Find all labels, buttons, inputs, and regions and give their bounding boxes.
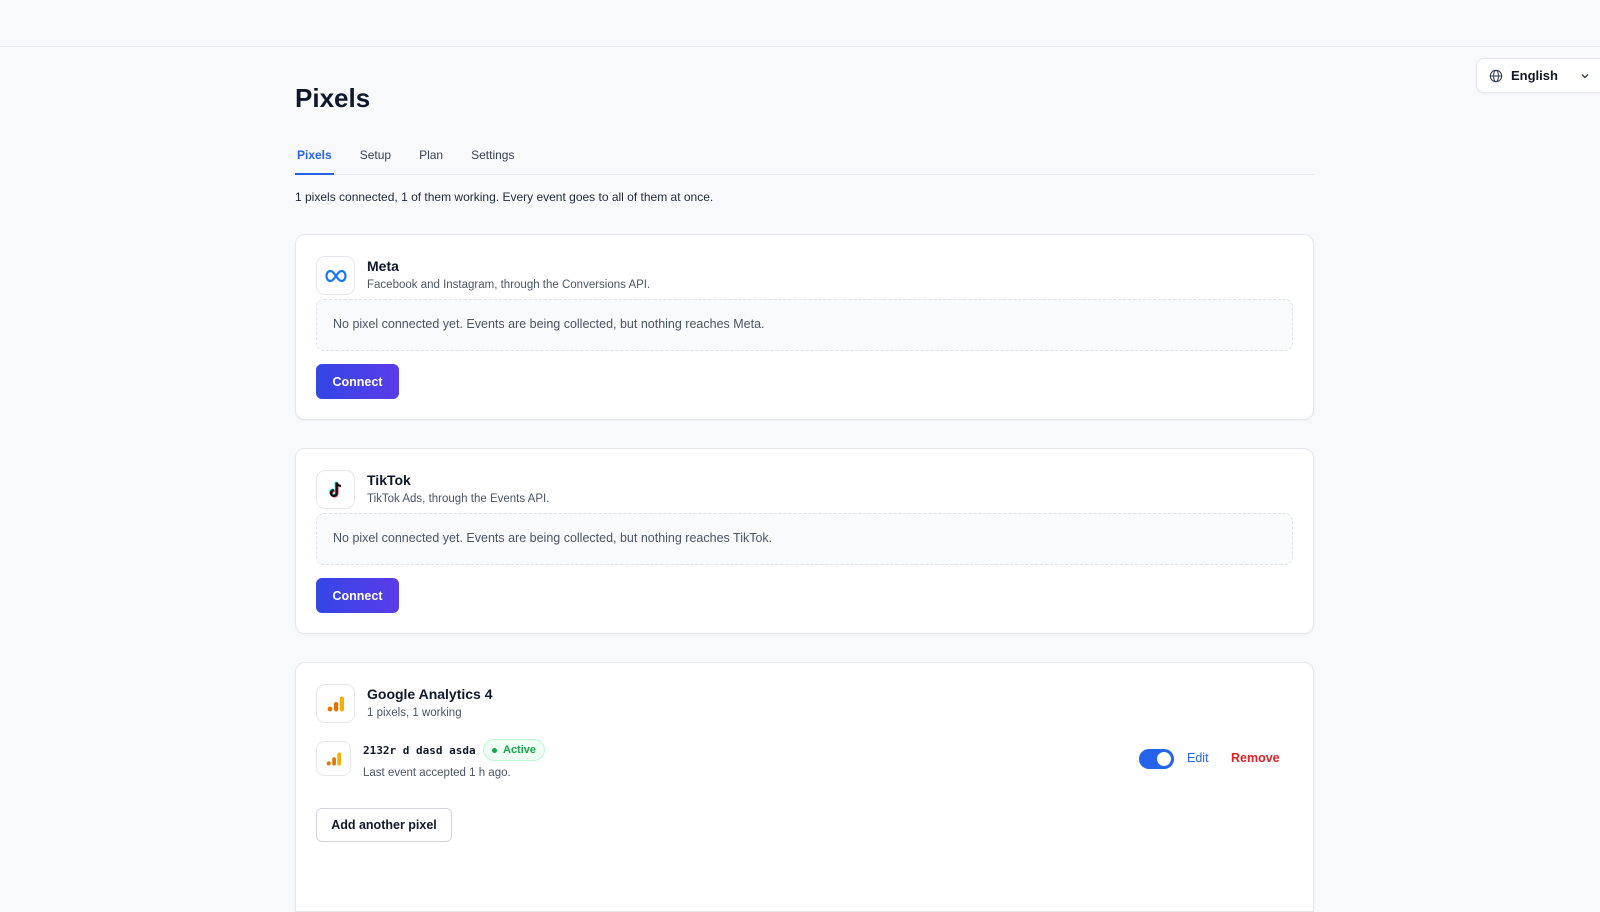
meta-connect-button[interactable]: Connect <box>316 364 399 399</box>
edit-pixel-link[interactable]: Edit <box>1187 751 1209 765</box>
analytics-bars-icon <box>326 751 341 766</box>
globe-icon <box>1489 69 1503 82</box>
tab-bar: Pixels Setup Plan Settings <box>295 140 1314 175</box>
chevron-down-icon <box>1581 74 1589 79</box>
ga4-card: Google Analytics 4 1 pixels, 1 working 2… <box>295 662 1314 912</box>
tab-plan[interactable]: Plan <box>417 140 445 175</box>
pixel-last-event: Last event accepted 1 h ago. <box>363 767 511 779</box>
add-another-pixel-button[interactable]: Add another pixel <box>316 808 452 842</box>
summary-text: 1 pixels connected, 1 of them working. E… <box>295 190 714 204</box>
ga4-subtitle: 1 pixels, 1 working <box>367 707 462 719</box>
meta-empty-state: No pixel connected yet. Events are being… <box>316 299 1293 351</box>
meta-card: Meta Facebook and Instagram, through the… <box>295 234 1314 420</box>
meta-logo <box>316 256 355 295</box>
ga4-logo <box>316 684 355 723</box>
language-selector[interactable]: English <box>1476 58 1600 93</box>
tiktok-connect-button[interactable]: Connect <box>316 578 399 613</box>
pixel-enabled-toggle[interactable] <box>1139 749 1174 769</box>
tiktok-card-header: TikTok TikTok Ads, through the Events AP… <box>316 470 549 509</box>
tiktok-logo <box>316 470 355 509</box>
ga4-title: Google Analytics 4 <box>367 686 493 702</box>
tiktok-card: TikTok TikTok Ads, through the Events AP… <box>295 448 1314 634</box>
meta-infinity-icon <box>324 269 347 282</box>
main-content: Pixels Pixels Setup Plan Settings 1 pixe… <box>295 0 1314 912</box>
tiktok-subtitle: TikTok Ads, through the Events API. <box>367 493 550 505</box>
tab-setup[interactable]: Setup <box>358 140 393 175</box>
tab-settings[interactable]: Settings <box>469 140 516 175</box>
language-label: English <box>1511 68 1558 83</box>
status-dot-icon <box>492 747 497 753</box>
page-title: Pixels <box>295 83 371 113</box>
ga4-pixel-row: 2132r d dasd asda Active Last event acce… <box>316 739 1293 781</box>
tiktok-title: TikTok <box>367 472 411 488</box>
tab-pixels[interactable]: Pixels <box>295 140 334 175</box>
tiktok-empty-state: No pixel connected yet. Events are being… <box>316 513 1293 565</box>
status-label: Active <box>503 744 537 756</box>
toggle-knob <box>1157 752 1171 766</box>
status-badge: Active <box>483 739 546 761</box>
meta-card-header: Meta Facebook and Instagram, through the… <box>316 256 650 295</box>
analytics-bars-icon <box>327 696 344 711</box>
pixel-name: 2132r d dasd asda <box>363 744 476 757</box>
remove-pixel-link[interactable]: Remove <box>1231 751 1280 765</box>
ga4-pixel-logo <box>316 741 351 776</box>
tiktok-note-icon <box>328 481 341 498</box>
meta-subtitle: Facebook and Instagram, through the Conv… <box>367 279 651 291</box>
meta-title: Meta <box>367 258 399 274</box>
ga4-card-header: Google Analytics 4 1 pixels, 1 working <box>316 684 493 723</box>
